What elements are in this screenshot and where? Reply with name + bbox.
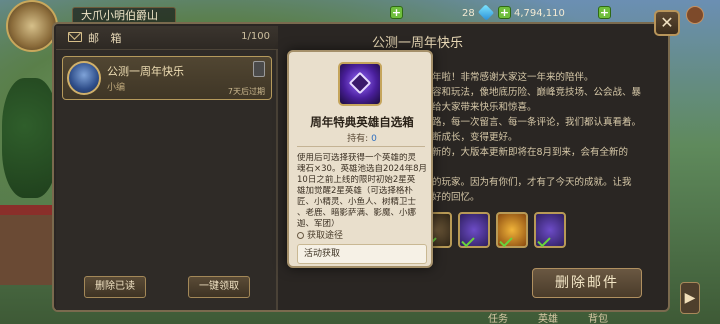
tab-tasks[interactable]: 任务: [488, 310, 508, 324]
level-value: 28: [462, 8, 475, 19]
item-tooltip-popup: 周年特典英雄自选箱 持有: 0 使用后可选择获得一个英雄的灵 魂石×30。英雄池…: [287, 50, 433, 268]
settings-icon[interactable]: [686, 6, 704, 24]
mail-body-line: 新的，大版本更新即将在8月到来，会有全新的: [432, 147, 629, 158]
check-icon: [461, 233, 475, 248]
add-energy-plus-icon[interactable]: +: [390, 6, 403, 19]
check-icon: [537, 233, 551, 248]
source-title-text: 获取途径: [307, 231, 344, 241]
mail-body-line: 容和玩法，像地底历险、巅峰竞技场、公会战、暴: [432, 87, 642, 98]
mail-body-line: 好的回忆。: [432, 192, 480, 203]
description-line: 10日之前上线的限时初始2星英: [297, 175, 416, 185]
check-icon: [499, 233, 513, 248]
background-house: [0, 205, 58, 285]
delete-mail-button[interactable]: 删除邮件: [532, 268, 642, 298]
mail-subject: 公测一周年快乐: [107, 65, 184, 78]
mail-list-column: 邮 箱 1/100 公测一周年快乐 小编 7天后过期 删除已读 一键领取: [56, 26, 278, 310]
reward-row: [420, 212, 568, 252]
source-event-button[interactable]: 活动获取: [297, 244, 427, 264]
mail-count: 1/100: [241, 31, 270, 42]
close-icon[interactable]: ✕: [654, 10, 680, 36]
divider: [297, 146, 425, 147]
description-line: 使用后可选择获得一个英雄的灵: [297, 153, 417, 163]
mail-body-line: 年啦！非常感谢大家这一年来的陪伴。: [432, 72, 594, 83]
mailbox-title: 邮 箱: [88, 32, 126, 45]
chest-icon: [338, 62, 382, 106]
claim-all-button[interactable]: 一键领取: [188, 276, 250, 298]
bottom-tabs: 任务 英雄 背包: [480, 310, 620, 324]
chevron-right-icon[interactable]: ▶: [680, 282, 700, 314]
description-line: 雄加觉醒2星英雄（可选择格朴: [297, 186, 413, 196]
item-owned: 持有: 0: [289, 131, 435, 144]
mail-list-header: 邮 箱 1/100: [56, 26, 278, 50]
mail-sender: 小编: [107, 83, 126, 93]
mail-body-line: 给大家带来快乐和惊喜。: [432, 102, 537, 113]
item-description: 使用后可选择获得一个英雄的灵 魂石×30。英雄池选自2024年8月 10日之前上…: [297, 153, 427, 230]
mail-body-line: 路，每一次留言、每一条评论，我们都认真看着。: [432, 117, 642, 128]
mail-body-line: 的玩家。因为有你们，才有了今天的成就。让我: [432, 177, 632, 188]
player-avatar[interactable]: [6, 0, 58, 52]
background-tree: [2, 78, 58, 198]
mail-expire: 7天后过期: [227, 87, 265, 96]
mail-body-line: [432, 160, 664, 175]
source-title: 获取途径: [297, 228, 343, 241]
add-gem-plus-icon[interactable]: +: [498, 6, 511, 19]
description-line: 匠、小精灵、小鱼人、树精卫士: [297, 197, 417, 207]
mail-list-item[interactable]: 公测一周年快乐 小编 7天后过期: [62, 56, 272, 100]
owned-label: 持有:: [347, 134, 369, 144]
tab-heroes[interactable]: 英雄: [538, 310, 558, 324]
search-icon: [297, 232, 304, 239]
reward-item[interactable]: [496, 212, 528, 248]
description-line: 魂石×30。英雄池选自2024年8月: [297, 164, 427, 174]
owned-count: 0: [371, 134, 377, 144]
add-gold-plus-icon[interactable]: +: [598, 6, 611, 19]
reward-item[interactable]: [458, 212, 490, 248]
item-title: 周年特典英雄自选箱: [310, 115, 414, 129]
gem-icon: [477, 4, 495, 21]
reward-item[interactable]: [534, 212, 566, 248]
mail-body-line: 断成长，变得更好。: [432, 132, 518, 143]
description-line: 、老鹿、暗影萨满、影魔、小娜: [297, 208, 417, 218]
mail-icon: [68, 32, 82, 42]
gold-value: 4,794,110: [514, 8, 565, 19]
attachment-icon: [253, 61, 265, 77]
mail-sender-avatar: [67, 61, 101, 95]
delete-read-button[interactable]: 删除已读: [84, 276, 146, 298]
mail-detail-title: 公测一周年快乐: [372, 36, 464, 51]
mail-body: 年啦！非常感谢大家这一年来的陪伴。 容和玩法，像地底历险、巅峰竞技场、公会战、暴…: [432, 70, 664, 205]
tab-bag[interactable]: 背包: [588, 310, 608, 324]
